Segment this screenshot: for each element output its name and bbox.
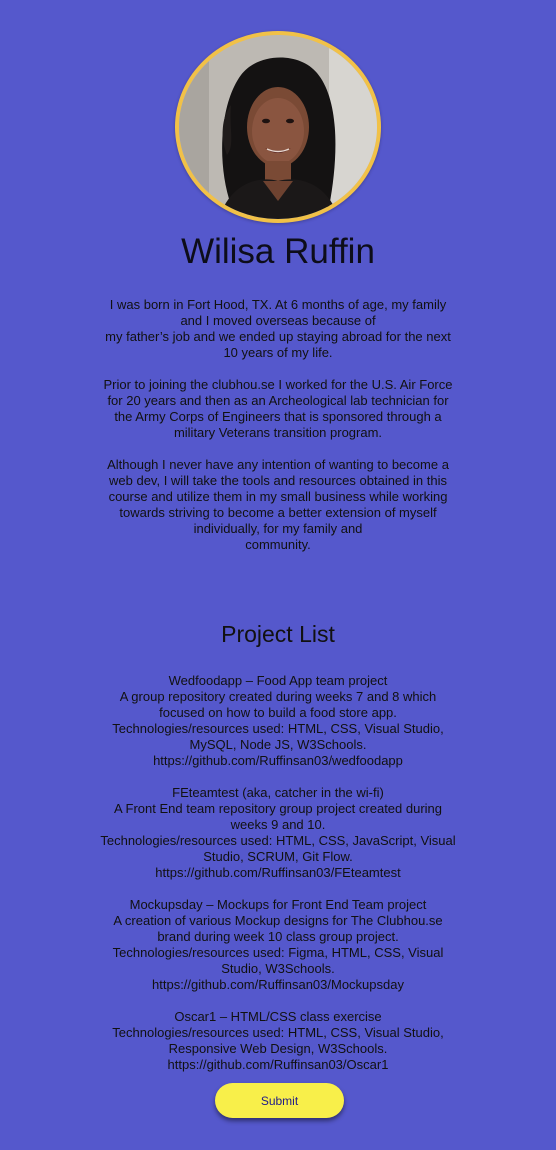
project-heading: FEteamtest (aka, catcher in the wi-fi) <box>172 785 384 800</box>
bio-paragraph: I was born in Fort Hood, TX. At 6 months… <box>105 297 451 360</box>
project-technologies: Technologies/resources used: HTML, CSS, … <box>100 833 456 864</box>
project-list-title: Project List <box>221 621 335 647</box>
project-technologies: Technologies/resources used: HTML, CSS, … <box>112 1025 444 1056</box>
project-item: FEteamtest (aka, catcher in the wi-fi) A… <box>96 785 460 881</box>
profile-name: Wilisa Ruffin <box>181 232 375 271</box>
project-description: A creation of various Mockup designs for… <box>113 913 443 944</box>
project-link[interactable]: https://github.com/Ruffinsan03/wedfoodap… <box>96 753 460 769</box>
project-item: Mockupsday – Mockups for Front End Team … <box>96 897 460 993</box>
project-link[interactable]: https://github.com/Ruffinsan03/Mockupsda… <box>96 977 460 993</box>
project-description: A group repository created during weeks … <box>119 689 437 720</box>
person-photo-icon <box>179 35 377 219</box>
project-link[interactable]: https://github.com/Ruffinsan03/FEteamtes… <box>96 865 460 881</box>
project-item: Wedfoodapp – Food App team project A gro… <box>96 673 460 769</box>
project-heading: Oscar1 – HTML/CSS class exercise <box>174 1009 382 1024</box>
profile-photo-frame <box>175 31 381 223</box>
bio-paragraph: Although I never have any intention of w… <box>107 457 449 552</box>
project-heading: Mockupsday – Mockups for Front End Team … <box>129 897 427 912</box>
profile-photo <box>179 35 377 219</box>
project-item: Oscar1 – HTML/CSS class exercise Technol… <box>96 1009 460 1073</box>
project-description: A Front End team repository group projec… <box>113 801 443 832</box>
submit-button[interactable]: Submit <box>215 1083 344 1118</box>
project-heading: Wedfoodapp – Food App team project <box>168 673 388 688</box>
project-list: Wedfoodapp – Food App team project A gro… <box>96 673 460 1089</box>
project-technologies: Technologies/resources used: HTML, CSS, … <box>112 721 444 752</box>
project-link[interactable]: https://github.com/Ruffinsan03/Oscar1 <box>96 1057 460 1073</box>
project-technologies: Technologies/resources used: Figma, HTML… <box>112 945 444 976</box>
biography: I was born in Fort Hood, TX. At 6 months… <box>100 297 456 569</box>
bio-paragraph: Prior to joining the clubhou.se I worked… <box>103 377 453 440</box>
